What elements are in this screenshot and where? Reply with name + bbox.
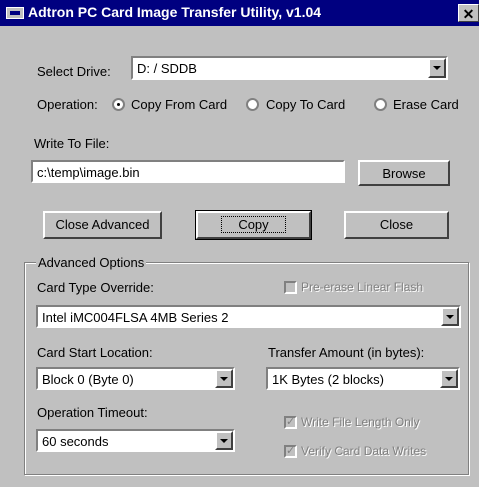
drive-select-value: D: / SDDB (137, 61, 197, 76)
card-type-select[interactable]: Intel iMC004FLSA 4MB Series 2 (36, 305, 461, 328)
radio-erase-card[interactable] (374, 98, 387, 111)
close-advanced-button[interactable]: Close Advanced (43, 211, 162, 239)
card-start-location-label: Card Start Location: (37, 345, 153, 360)
file-path-input[interactable]: c:\temp\image.bin (31, 160, 345, 183)
radio-copy-from-card-label: Copy From Card (131, 97, 228, 112)
app-icon (6, 7, 24, 19)
radio-copy-to-card-label: Copy To Card (266, 97, 346, 112)
window-title: Adtron PC Card Image Transfer Utility, v… (28, 4, 322, 20)
pre-erase-label: Pre-erase Linear Flash (301, 280, 424, 294)
card-type-label: Card Type Override: (37, 280, 154, 295)
write-file-length-only-checkbox[interactable]: ✓ (284, 416, 297, 429)
radio-copy-to-card[interactable] (246, 98, 259, 111)
transfer-amount-select[interactable]: 1K Bytes (2 blocks) (266, 367, 460, 390)
close-window-button[interactable]: ✕ (458, 4, 479, 22)
drive-select[interactable]: D: / SDDB (131, 56, 448, 80)
write-to-file-label: Write To File: (34, 136, 110, 151)
select-drive-label: Select Drive: (37, 64, 111, 79)
radio-erase-card-label: Erase Card (393, 97, 459, 112)
browse-button[interactable]: Browse (358, 160, 450, 186)
transfer-amount-label: Transfer Amount (in bytes): (268, 345, 425, 360)
write-file-length-only-label: Write File Length Only (301, 415, 420, 429)
operation-timeout-value: 60 seconds (42, 434, 109, 449)
card-type-value: Intel iMC004FLSA 4MB Series 2 (42, 310, 229, 325)
operation-timeout-select[interactable]: 60 seconds (36, 429, 235, 452)
transfer-amount-value: 1K Bytes (2 blocks) (272, 372, 384, 387)
file-path-value: c:\temp\image.bin (37, 165, 140, 180)
close-button[interactable]: Close (344, 211, 449, 239)
pre-erase-checkbox[interactable] (284, 281, 297, 294)
chevron-down-icon[interactable] (440, 369, 458, 388)
operation-timeout-label: Operation Timeout: (37, 405, 148, 420)
chevron-down-icon[interactable] (441, 307, 459, 326)
card-start-value: Block 0 (Byte 0) (42, 372, 134, 387)
chevron-down-icon[interactable] (215, 431, 233, 450)
copy-button-label: Copy (221, 216, 286, 233)
title-bar: Adtron PC Card Image Transfer Utility, v… (0, 0, 479, 26)
radio-copy-from-card[interactable] (112, 98, 125, 111)
chevron-down-icon[interactable] (215, 369, 233, 388)
verify-card-data-writes-checkbox[interactable]: ✓ (284, 445, 297, 458)
verify-card-data-writes-label: Verify Card Data Writes (301, 444, 427, 458)
card-start-select[interactable]: Block 0 (Byte 0) (36, 367, 235, 390)
operation-label: Operation: (37, 97, 98, 112)
chevron-down-icon[interactable] (428, 58, 446, 78)
copy-button[interactable]: Copy (195, 210, 312, 240)
advanced-options-title: Advanced Options (36, 255, 147, 270)
